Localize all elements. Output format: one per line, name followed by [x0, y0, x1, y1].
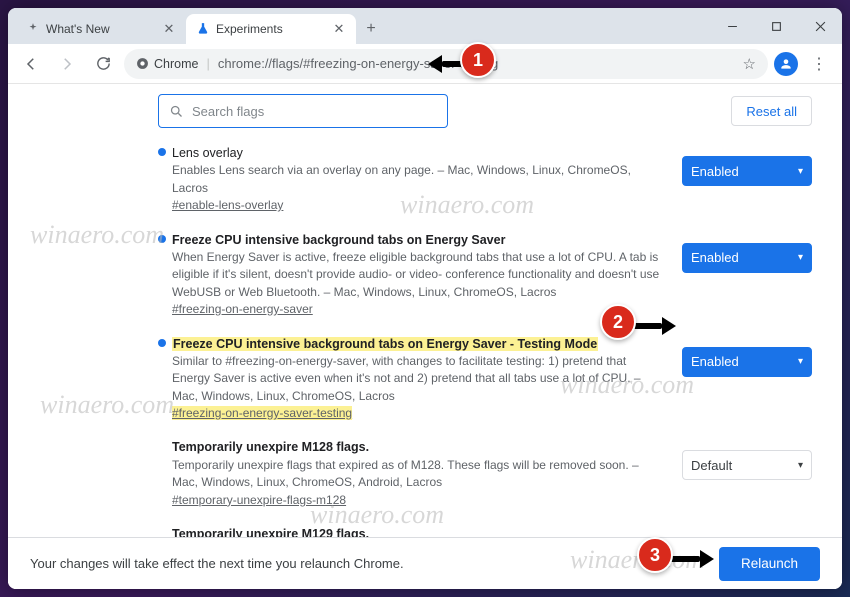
new-tab-button[interactable]: +	[358, 16, 384, 42]
callout-3: 3	[637, 537, 673, 573]
flask-icon	[196, 22, 210, 36]
tab-whats-new[interactable]: What's New ✕	[16, 14, 186, 44]
flag-anchor-link[interactable]: #enable-lens-overlay	[172, 198, 283, 212]
chrome-window: What's New ✕ Experiments ✕ + Chro	[8, 8, 842, 589]
flag-description: Temporarily unexpire flags that expired …	[172, 458, 639, 489]
minimize-button[interactable]	[710, 8, 754, 44]
profile-avatar[interactable]	[774, 52, 798, 76]
chevron-down-icon: ▾	[798, 460, 803, 471]
page-content: Search flags Reset all Lens overlay Enabl…	[8, 84, 842, 589]
reset-all-button[interactable]: Reset all	[731, 96, 812, 126]
flag-title: Freeze CPU intensive background tabs on …	[172, 337, 598, 351]
select-value: Enabled	[691, 250, 739, 265]
chevron-down-icon: ▾	[798, 252, 803, 263]
flag-description: Enables Lens search via an overlay on an…	[172, 163, 631, 194]
search-icon	[169, 104, 184, 119]
chevron-down-icon: ▾	[798, 166, 803, 177]
flag-text: Temporarily unexpire M128 flags. Temporar…	[158, 438, 664, 509]
chrome-icon	[136, 57, 149, 70]
flag-row: Freeze CPU intensive background tabs on …	[158, 225, 812, 329]
close-window-button[interactable]	[798, 8, 842, 44]
flag-anchor-link[interactable]: #freezing-on-energy-saver	[172, 302, 313, 316]
callout-2: 2	[600, 304, 636, 340]
toolbar: Chrome | chrome://flags/#freezing-on-ene…	[8, 44, 842, 84]
search-placeholder: Search flags	[192, 104, 264, 119]
maximize-button[interactable]	[754, 8, 798, 44]
back-button[interactable]	[16, 49, 46, 79]
flag-row: Freeze CPU intensive background tabs on …	[158, 329, 812, 433]
search-input[interactable]: Search flags	[158, 94, 448, 128]
flag-title: Lens overlay	[172, 146, 243, 160]
relaunch-bar: Your changes will take effect the next t…	[8, 537, 842, 589]
tab-experiments[interactable]: Experiments ✕	[186, 14, 356, 44]
flag-row: Temporarily unexpire M128 flags. Temporar…	[158, 432, 812, 519]
titlebar: What's New ✕ Experiments ✕ +	[8, 8, 842, 44]
select-value: Enabled	[691, 164, 739, 179]
menu-button[interactable]: ⋮	[804, 54, 834, 74]
flag-description: When Energy Saver is active, freeze elig…	[172, 250, 659, 299]
separator: |	[206, 56, 209, 71]
flag-anchor-link[interactable]: #temporary-unexpire-flags-m128	[172, 493, 346, 507]
reload-button[interactable]	[88, 49, 118, 79]
flag-text: Freeze CPU intensive background tabs on …	[158, 335, 664, 423]
tab-title: What's New	[46, 22, 110, 36]
tab-title: Experiments	[216, 22, 283, 36]
relaunch-message: Your changes will take effect the next t…	[30, 556, 404, 571]
omnibox-chip: Chrome	[136, 57, 198, 71]
close-icon[interactable]: ✕	[332, 22, 346, 36]
close-icon[interactable]: ✕	[162, 22, 176, 36]
flag-text: Freeze CPU intensive background tabs on …	[158, 231, 664, 319]
modified-dot-icon	[158, 235, 166, 243]
sparkle-icon	[26, 22, 40, 36]
select-value: Default	[691, 458, 732, 473]
omnibox-chip-label: Chrome	[154, 57, 198, 71]
flag-state-select[interactable]: Default ▾	[682, 450, 812, 480]
flag-title: Freeze CPU intensive background tabs on …	[172, 233, 505, 247]
flag-row: Lens overlay Enables Lens search via an o…	[158, 138, 812, 225]
flag-text: Lens overlay Enables Lens search via an o…	[158, 144, 664, 215]
relaunch-button[interactable]: Relaunch	[719, 547, 820, 581]
tab-strip: What's New ✕ Experiments ✕ +	[8, 8, 710, 44]
callout-1: 1	[460, 42, 496, 78]
flag-state-select[interactable]: Enabled ▾	[682, 156, 812, 186]
modified-dot-icon	[158, 148, 166, 156]
top-controls: Search flags Reset all	[158, 94, 812, 128]
bookmark-star-icon[interactable]: ☆	[743, 55, 756, 73]
window-controls	[710, 8, 842, 44]
flag-description: Similar to #freezing-on-energy-saver, wi…	[172, 354, 641, 403]
flag-state-select[interactable]: Enabled ▾	[682, 347, 812, 377]
flag-state-select[interactable]: Enabled ▾	[682, 243, 812, 273]
modified-dot-icon	[158, 339, 166, 347]
forward-button[interactable]	[52, 49, 82, 79]
select-value: Enabled	[691, 354, 739, 369]
flag-anchor-link[interactable]: #freezing-on-energy-saver-testing	[172, 406, 352, 420]
chevron-down-icon: ▾	[798, 356, 803, 367]
flag-title: Temporarily unexpire M128 flags.	[172, 440, 369, 454]
